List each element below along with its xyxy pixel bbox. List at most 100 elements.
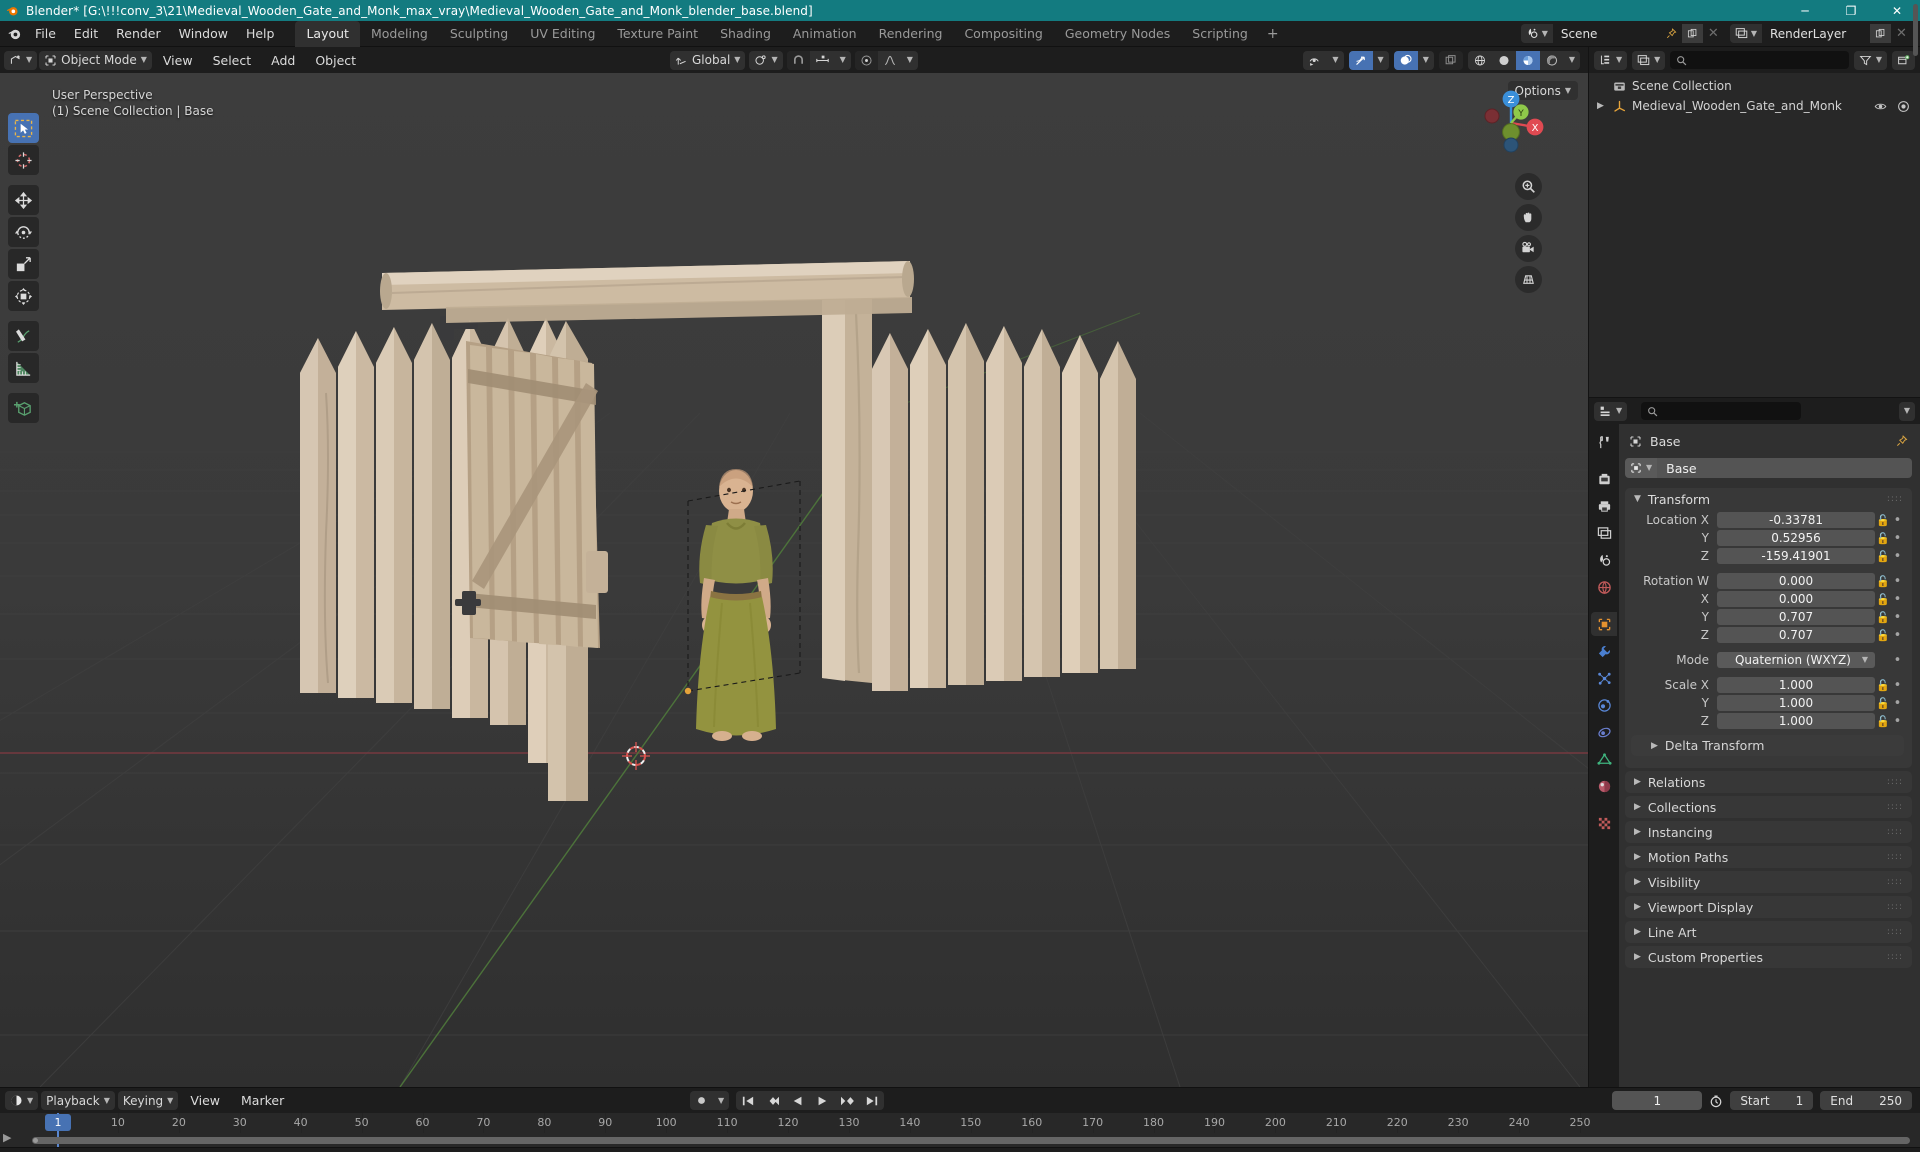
menu-render[interactable]: Render — [107, 23, 170, 44]
modifier-tab[interactable] — [1591, 639, 1617, 663]
gizmo-chevron-down-icon[interactable]: ▼ — [1373, 51, 1389, 70]
lock-icon[interactable]: 🔓 — [1875, 532, 1891, 545]
tab-geometry-nodes[interactable]: Geometry Nodes — [1054, 21, 1181, 47]
field-location-x[interactable]: Location X -0.33781 🔓 • — [1631, 512, 1904, 528]
timeline-icon[interactable]: ▼ — [5, 1091, 39, 1110]
proportional-edit-icon[interactable] — [854, 50, 878, 70]
field-scale-y[interactable]: Y 1.000 🔓 • — [1631, 695, 1904, 711]
add-workspace-button[interactable]: + — [1259, 23, 1287, 45]
lock-icon[interactable]: 🔓 — [1875, 679, 1891, 692]
outliner-icon[interactable]: ▼ — [1594, 50, 1628, 70]
properties-search-input[interactable] — [1641, 402, 1802, 420]
field-rotation-z[interactable]: Z 0.707 🔓 • — [1631, 627, 1904, 643]
viewport-menu-object[interactable]: Object — [306, 50, 365, 71]
outliner-search-input[interactable] — [1670, 51, 1849, 69]
value-location-x[interactable]: -0.33781 — [1717, 512, 1875, 528]
render-tab[interactable] — [1591, 467, 1617, 491]
properties-editor-type-icon[interactable]: ▼ — [1594, 401, 1628, 421]
navigation-gizmo[interactable]: Z X Y — [1469, 81, 1553, 165]
viewport-menu-select[interactable]: Select — [204, 50, 261, 71]
jump-start-icon[interactable] — [736, 1091, 760, 1110]
annotate-tool[interactable] — [8, 321, 39, 351]
value-scale-x[interactable]: 1.000 — [1717, 677, 1875, 693]
visibility-chevron-down-icon[interactable]: ▼ — [1327, 51, 1343, 70]
panel-line-art[interactable]: ▶ Line Art :::: — [1625, 921, 1912, 943]
value-location-z[interactable]: -159.41901 — [1717, 548, 1875, 564]
delete-viewlayer-icon[interactable]: ✕ — [1891, 24, 1912, 43]
stopwatch-icon[interactable] — [1709, 1094, 1723, 1108]
shading-chevron-down-icon[interactable]: ▼ — [1564, 51, 1580, 70]
new-scene-icon[interactable] — [1681, 24, 1703, 43]
value-rotation-w[interactable]: 0.000 — [1717, 573, 1875, 589]
animate-dot-icon[interactable]: • — [1891, 550, 1904, 563]
prev-keyframe-icon[interactable] — [760, 1091, 786, 1110]
lock-icon[interactable]: 🔓 — [1875, 611, 1891, 624]
tab-sculpting[interactable]: Sculpting — [439, 21, 519, 47]
lock-icon[interactable]: 🔓 — [1875, 575, 1891, 588]
tab-scripting[interactable]: Scripting — [1181, 21, 1259, 47]
animate-dot-icon[interactable]: • — [1891, 654, 1904, 667]
jump-end-icon[interactable] — [860, 1091, 884, 1110]
snap-target-icon[interactable] — [810, 51, 835, 70]
value-scale-z[interactable]: 1.000 — [1717, 713, 1875, 729]
transform-panel-header[interactable]: ▼ Transform :::: — [1625, 488, 1912, 510]
current-frame-field[interactable]: 1 — [1612, 1091, 1703, 1110]
magnet-icon[interactable] — [786, 50, 810, 70]
transform-tool[interactable] — [8, 281, 39, 311]
maximize-button[interactable]: ❐ — [1828, 0, 1874, 21]
object-datablock-icon[interactable]: ▼ — [1625, 458, 1658, 478]
delta-transform-subpanel[interactable]: ▶ Delta Transform — [1631, 735, 1904, 756]
camera-render-icon[interactable] — [1897, 100, 1910, 113]
field-location-y[interactable]: Y 0.52956 🔓 • — [1631, 530, 1904, 546]
field-rotation-mode[interactable]: Mode Quaternion (WXYZ) ▼ • — [1631, 652, 1904, 668]
properties-options-chevron-icon[interactable]: ▼ — [1898, 401, 1915, 421]
view-layer-tab[interactable] — [1591, 521, 1617, 545]
falloff-curve-icon[interactable] — [878, 51, 902, 70]
animate-dot-icon[interactable]: • — [1891, 532, 1904, 545]
menu-file[interactable]: File — [26, 23, 65, 44]
frame-start-field[interactable]: Start 1 — [1730, 1091, 1814, 1110]
particles-tab[interactable] — [1591, 666, 1617, 690]
menu-help[interactable]: Help — [237, 23, 284, 44]
tab-rendering[interactable]: Rendering — [868, 21, 954, 47]
object-name-field[interactable]: Base — [1657, 458, 1912, 478]
tab-layout[interactable]: Layout — [295, 20, 360, 47]
zoom-icon[interactable] — [1515, 173, 1542, 200]
menu-window[interactable]: Window — [170, 23, 237, 44]
pivot-point-selector[interactable]: ▼ — [749, 50, 783, 70]
panel-collections[interactable]: ▶ Collections :::: — [1625, 796, 1912, 818]
tab-compositing[interactable]: Compositing — [953, 21, 1053, 47]
pin-properties-icon[interactable] — [1896, 435, 1908, 447]
animate-dot-icon[interactable]: • — [1891, 679, 1904, 692]
scene-tab[interactable] — [1591, 548, 1617, 572]
tab-animation[interactable]: Animation — [782, 21, 868, 47]
keying-chevron-down-icon[interactable]: ▼ — [713, 1091, 729, 1110]
lock-icon[interactable]: 🔓 — [1875, 514, 1891, 527]
panel-custom-properties[interactable]: ▶ Custom Properties :::: — [1625, 946, 1912, 968]
rotate-tool[interactable] — [8, 217, 39, 247]
material-tab[interactable] — [1591, 774, 1617, 798]
scene-icon[interactable]: ▼ — [1520, 24, 1553, 43]
scale-tool[interactable] — [8, 249, 39, 279]
play-icon[interactable] — [810, 1091, 834, 1110]
next-keyframe-icon[interactable] — [834, 1091, 860, 1110]
gizmo-toggle-icon[interactable] — [1348, 50, 1373, 70]
transform-orientation-selector[interactable]: Global ▼ — [670, 50, 746, 70]
pan-icon[interactable] — [1515, 204, 1542, 231]
field-rotation-y[interactable]: Y 0.707 🔓 • — [1631, 609, 1904, 625]
animate-dot-icon[interactable]: • — [1891, 697, 1904, 710]
eye-icon[interactable] — [1874, 100, 1887, 113]
animate-dot-icon[interactable]: • — [1891, 629, 1904, 642]
lock-icon[interactable]: 🔓 — [1875, 697, 1891, 710]
editor-type-3dview-icon[interactable]: ▼ — [4, 50, 38, 70]
falloff-chevron-down-icon[interactable]: ▼ — [902, 51, 918, 70]
blender-menu-icon[interactable] — [4, 24, 24, 44]
cursor-tool[interactable] — [8, 145, 39, 175]
tab-texture-paint[interactable]: Texture Paint — [606, 21, 709, 47]
overlays-toggle-icon[interactable] — [1393, 50, 1418, 70]
panel-instancing[interactable]: ▶ Instancing :::: — [1625, 821, 1912, 843]
playhead-frame-badge[interactable]: 1 — [45, 1114, 71, 1131]
object-tab[interactable] — [1591, 612, 1617, 636]
value-rotation-z[interactable]: 0.707 — [1717, 627, 1875, 643]
texture-tab[interactable] — [1591, 811, 1617, 835]
